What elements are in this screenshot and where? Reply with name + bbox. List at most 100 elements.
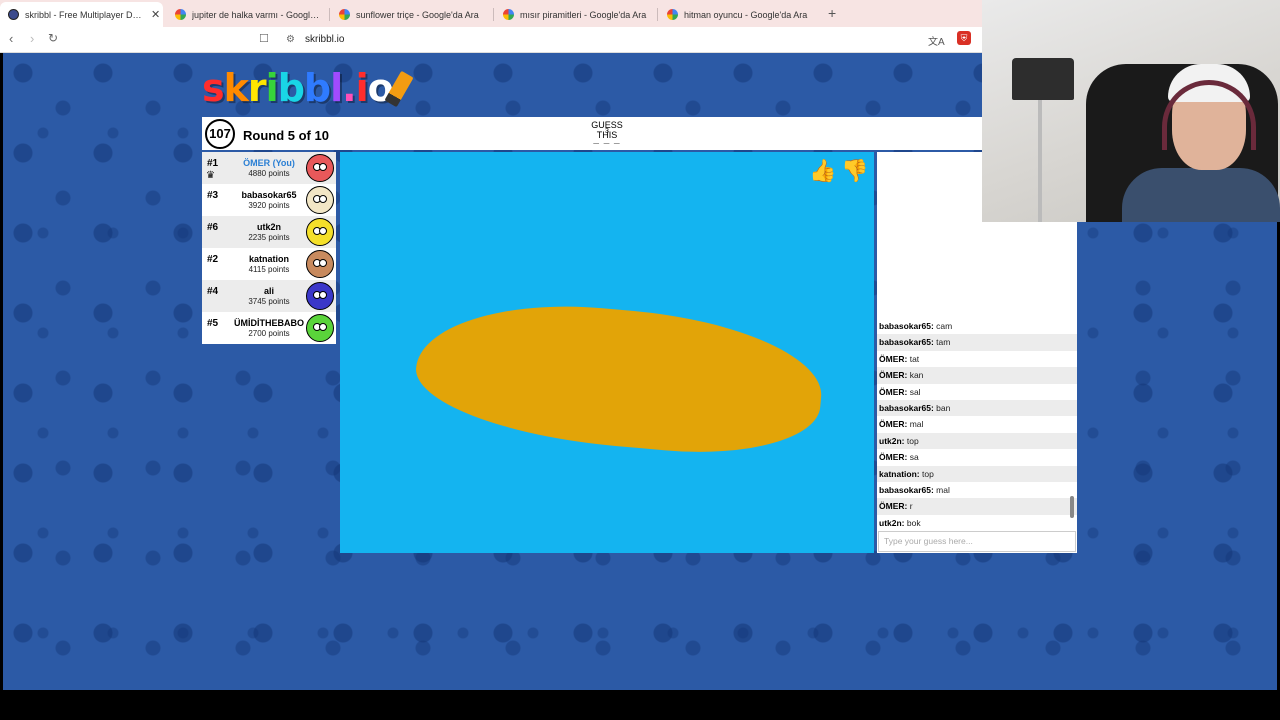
browser-tab-bar: skribbl - Free Multiplayer Drawin ✕ jupi… <box>0 0 982 27</box>
tab-misir[interactable]: mısır piramitleri - Google'da Ara <box>495 2 653 27</box>
new-tab-button[interactable]: + <box>828 5 836 21</box>
player-rank: #5 <box>207 318 219 329</box>
tab-separator <box>493 8 494 21</box>
chat-message: babasokar65: tam <box>877 334 1077 351</box>
guess-input[interactable]: Type your guess here... <box>878 531 1076 552</box>
close-icon[interactable]: ✕ <box>151 8 160 21</box>
tab-skribbl[interactable]: skribbl - Free Multiplayer Drawin ✕ <box>0 2 163 27</box>
chat-message-text: tat <box>909 353 920 364</box>
players-list: #1 ♛ ÖMER (You) 4880 points #3 babasokar… <box>202 152 336 344</box>
google-favicon-icon <box>175 9 186 20</box>
chat-message-text: sa <box>909 452 919 463</box>
address-bar: ‹ › ↻ ☐ ⚙ skribbl.io 文A ⛨ <box>0 27 982 53</box>
chat-message-text: sal <box>909 386 921 397</box>
streamer-body <box>1122 168 1280 222</box>
drawn-shape <box>410 292 828 464</box>
google-favicon-icon <box>667 9 678 20</box>
google-favicon-icon <box>503 9 514 20</box>
chat-message: babasokar65: ban <box>877 399 1077 417</box>
chat-message-text: top <box>921 468 934 479</box>
tab-label: mısır piramitleri - Google'da Ara <box>520 9 647 20</box>
chat-message-user: ÖMER: <box>879 370 910 381</box>
url-text[interactable]: skribbl.io <box>305 34 344 45</box>
logo-letter: i <box>265 66 279 110</box>
player-name: katnation <box>248 254 289 264</box>
player-rank: #2 <box>207 254 219 265</box>
extension-shield-icon[interactable]: ⛨ <box>957 31 971 45</box>
logo-letter: o <box>367 66 394 110</box>
logo-letter: k <box>223 66 249 110</box>
tab-label: jupiter de halka varmı - Google'da Ar <box>192 9 320 20</box>
chat-message-text: cam <box>936 321 953 331</box>
chat-message: utk2n: top <box>877 432 1077 450</box>
chat-message-text: tam <box>936 337 951 348</box>
chat-message-text: ban <box>936 402 951 413</box>
chat-message-user: babasokar65: <box>879 484 937 495</box>
chat-message: ÖMER: tat <box>877 351 1077 367</box>
chat-message: ÖMER: kan <box>877 367 1077 384</box>
chat-message-text: top <box>906 435 919 446</box>
player-points: 3745 points <box>248 297 290 306</box>
chat-message-user: ÖMER: <box>879 386 910 397</box>
player-rank: #1 <box>207 158 219 169</box>
chat-messages[interactable]: babasokar65: cam babasokar65: tam ÖMER: ta… <box>877 318 1077 530</box>
bookmark-icon[interactable]: ☐ <box>259 32 269 45</box>
chat-message: utk2n: bok <box>877 515 1077 530</box>
tab-jupiter[interactable]: jupiter de halka varmı - Google'da Ar <box>167 2 325 27</box>
logo-letter: b <box>277 66 305 110</box>
tab-label: skribbl - Free Multiplayer Drawin <box>25 9 143 20</box>
player-row[interactable]: #3 babasokar65 3920 points <box>202 184 336 216</box>
logo-letter: s <box>202 66 225 110</box>
drawing-canvas[interactable]: 👍 👎 <box>340 152 874 553</box>
player-row[interactable]: #1 ♛ ÖMER (You) 4880 points <box>202 152 336 184</box>
chat-message: katnation: top <box>877 465 1077 482</box>
tab-hitman[interactable]: hitman oyuncu - Google'da Ara <box>659 2 817 27</box>
chat-message-text: mal <box>909 419 924 430</box>
chat-message-user: babasokar65: <box>879 402 937 413</box>
player-rank: #6 <box>207 222 219 233</box>
logo-letter: . <box>342 66 356 110</box>
player-rank: #4 <box>207 286 219 297</box>
back-arrow-icon[interactable]: ‹ <box>9 31 13 46</box>
reload-icon[interactable]: ↻ <box>48 31 58 45</box>
player-row[interactable]: #6 utk2n 2235 points <box>202 216 336 248</box>
logo-letter: r <box>247 66 267 110</box>
chat-message-user: ÖMER: <box>879 353 910 364</box>
chat-message-text: kan <box>909 370 924 381</box>
avatar <box>306 218 334 246</box>
player-row[interactable]: #5 ÜMİDİTHEBABO 2700 points <box>202 312 336 344</box>
chat-message-user: utk2n: <box>879 435 907 446</box>
site-info-icon[interactable]: ⚙ <box>286 34 295 45</box>
skribbl-logo: skribbl.io <box>202 66 394 110</box>
player-row[interactable]: #2 katnation 4115 points <box>202 248 336 280</box>
webcam-overlay <box>982 0 1280 222</box>
word-blanks: _ _ _ <box>593 134 621 145</box>
player-name: ali <box>263 286 274 296</box>
player-row[interactable]: #4 ali 3745 points <box>202 280 336 312</box>
chat-message: babasokar65: cam <box>877 318 1077 334</box>
forward-arrow-icon[interactable]: › <box>30 31 34 46</box>
chat-message-user: katnation: <box>879 468 922 479</box>
chat-message-user: utk2n: <box>879 517 907 528</box>
tab-label: hitman oyuncu - Google'da Ara <box>684 9 808 20</box>
logo-letter: b <box>303 66 331 110</box>
timer-clock-icon: 107 <box>205 119 235 149</box>
chat-message: ÖMER: sa <box>877 449 1077 465</box>
tab-sunflower[interactable]: sunflower triçe - Google'da Ara <box>331 2 489 27</box>
player-name: utk2n <box>256 222 281 232</box>
player-name: ÖMER (You) <box>243 158 295 168</box>
chat-message-text: r <box>909 501 913 512</box>
lamp-shade <box>1012 58 1074 100</box>
chat-message-user: babasokar65: <box>879 321 937 331</box>
translate-icon[interactable]: 文A <box>928 33 945 48</box>
player-points: 4115 points <box>248 265 290 274</box>
thumbs-up-icon[interactable]: 👍 <box>809 158 836 184</box>
avatar <box>306 282 334 310</box>
thumbs-down-icon[interactable]: 👎 <box>841 158 868 184</box>
chat-message-user: ÖMER: <box>879 501 910 512</box>
chat-scrollbar-thumb[interactable] <box>1070 496 1074 518</box>
player-points: 2235 points <box>248 233 290 242</box>
avatar <box>306 314 334 342</box>
player-name: babasokar65 <box>241 190 297 200</box>
player-points: 4880 points <box>248 169 290 178</box>
